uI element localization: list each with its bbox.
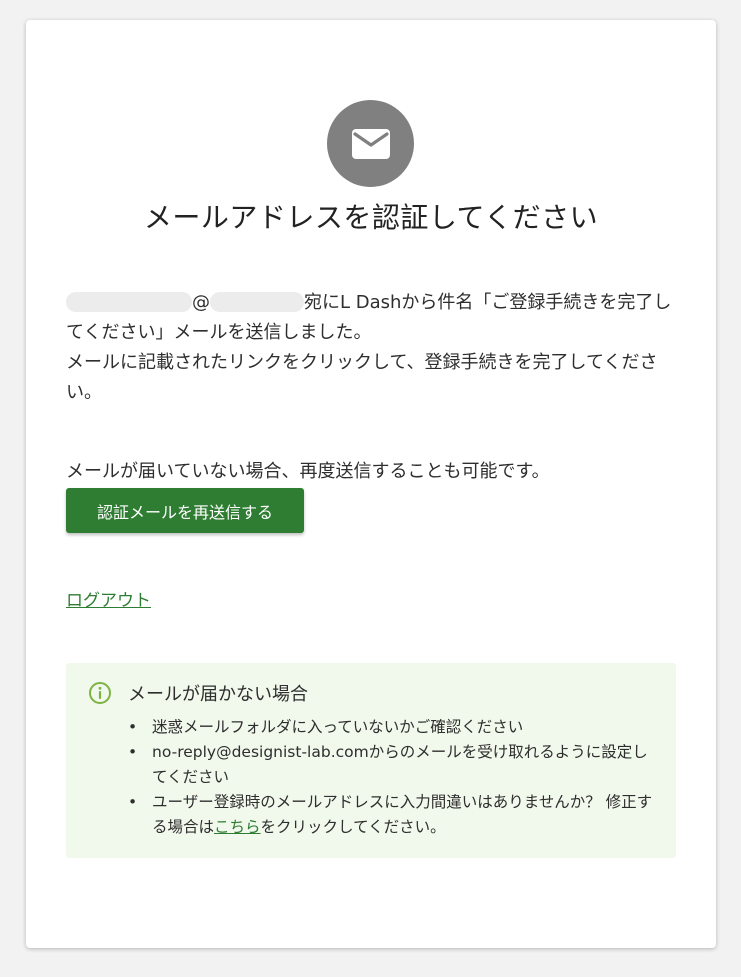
mail-icon-circle bbox=[327, 100, 414, 187]
notice-item-typo-suffix: をクリックしてください。 bbox=[260, 818, 446, 836]
logout-link[interactable]: ログアウト bbox=[66, 586, 151, 611]
info-icon bbox=[89, 682, 111, 704]
notice-item-whitelist: no-reply@designist-lab.comからのメールを受け取れるよう… bbox=[128, 740, 658, 790]
sent-message: @ 宛にL Dashから件名「ご登録手続きを完了してください」メールを送信しました… bbox=[66, 288, 676, 408]
notice-title: メールが届かない場合 bbox=[128, 684, 308, 705]
notice-list: 迷惑メールフォルダに入っていないかご確認ください no-reply@design… bbox=[128, 715, 658, 840]
resend-email-button[interactable]: 認証メールを再送信する bbox=[66, 488, 304, 533]
redacted-email-local bbox=[66, 292, 192, 312]
resend-hint: メールが届いていない場合、再度送信することも可能です。 bbox=[66, 461, 550, 482]
notice-item-typo: ユーザー登録時のメールアドレスに入力間違いはありませんか？ 修正する場合はこちら… bbox=[128, 790, 658, 840]
instruction-text: メールに記載されたリンクをクリックして、登録手続きを完了してください。 bbox=[66, 352, 658, 403]
mail-icon bbox=[351, 128, 390, 159]
email-not-received-notice: メールが届かない場合 迷惑メールフォルダに入っていないかご確認ください no-r… bbox=[66, 663, 676, 858]
verification-card: メールアドレスを認証してください @ 宛にL Dashから件名「ご登録手続きを完了… bbox=[26, 20, 716, 948]
redacted-email-domain bbox=[210, 292, 304, 312]
page-title: メールアドレスを認証してください bbox=[143, 201, 599, 234]
email-at-sign: @ bbox=[192, 292, 210, 313]
fix-email-link[interactable]: こちら bbox=[214, 818, 261, 836]
notice-item-spam: 迷惑メールフォルダに入っていないかご確認ください bbox=[128, 715, 658, 740]
